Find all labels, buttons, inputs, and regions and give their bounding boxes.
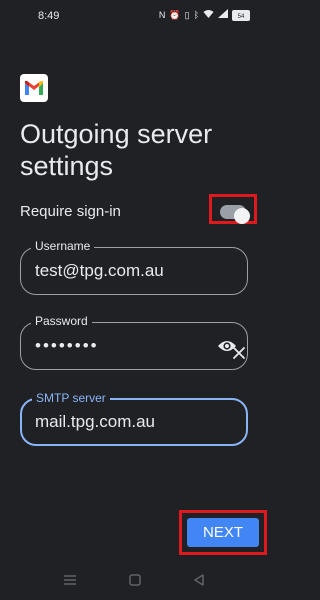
require-signin-row: Require sign-in — [20, 194, 260, 225]
vibrate-icon: ▯ — [184, 10, 190, 20]
smtp-server-label: SMTP server — [32, 391, 110, 405]
battery-icon: 54 — [232, 9, 250, 21]
status-time: 8:49 — [38, 10, 60, 22]
status-icons: N ⏰ ▯ ᛒ 54 — [159, 9, 250, 21]
status-bar: 8:49 N ⏰ ▯ ᛒ 54 — [0, 0, 270, 34]
smtp-server-field[interactable]: SMTP server mail.tpg.com.au — [20, 391, 248, 446]
password-label: Password — [31, 314, 92, 328]
require-signin-toggle[interactable] — [220, 205, 250, 224]
nav-bar — [0, 566, 270, 596]
close-icon[interactable] — [231, 345, 247, 361]
next-highlight-box: NEXT — [179, 510, 267, 555]
menu-icon[interactable] — [63, 574, 77, 586]
toggle-knob — [234, 208, 250, 224]
next-button[interactable]: NEXT — [187, 518, 259, 547]
back-icon[interactable] — [193, 574, 205, 586]
smtp-server-value: mail.tpg.com.au — [35, 412, 155, 431]
password-field[interactable]: Password •••••••• — [20, 314, 248, 370]
username-value: test@tpg.com.au — [35, 261, 164, 280]
nfc-icon: N — [158, 10, 166, 20]
toggle-highlight-box — [209, 194, 257, 224]
require-signin-label: Require sign-in — [20, 203, 121, 220]
home-icon[interactable] — [129, 574, 141, 586]
wifi-icon — [203, 9, 214, 21]
alarm-icon: ⏰ — [169, 10, 181, 20]
username-label: Username — [31, 239, 95, 253]
page-title: Outgoing server settings — [20, 119, 213, 181]
signal-icon — [218, 9, 228, 21]
username-field[interactable]: Username test@tpg.com.au — [20, 239, 248, 295]
gmail-logo — [20, 74, 48, 102]
bluetooth-icon: ᛒ — [193, 10, 199, 20]
password-value: •••••••• — [35, 336, 99, 355]
screen: 8:49 N ⏰ ▯ ᛒ 54 Outgoing server settings — [0, 0, 270, 600]
